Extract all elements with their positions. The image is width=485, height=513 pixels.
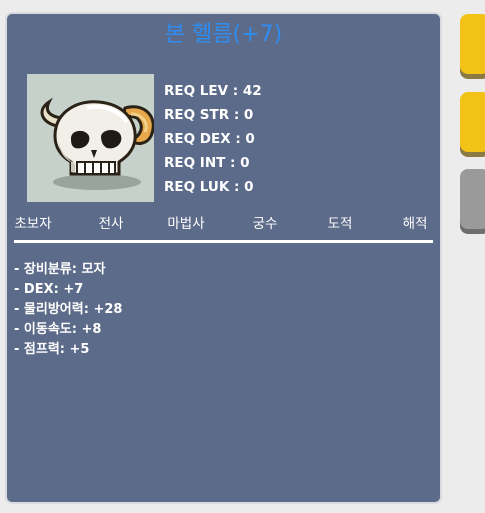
req-level: REQ LEV : 42	[164, 83, 262, 99]
item-name: 본 헬름(+7)	[164, 22, 283, 47]
stat-physical-defense: - 물리방어력: +28	[14, 302, 123, 317]
job-warrior: 전사	[98, 216, 124, 232]
item-tooltip: 본 헬름(+7) REQ LEV: 42 REQ STR: 0 REQ DE…	[5, 12, 442, 504]
req-int: REQ INT : 0	[164, 155, 250, 171]
stat-speed: - 이동속도: +8	[14, 322, 102, 337]
req-luk: REQ LUK : 0	[164, 179, 254, 195]
job-beginner: 초보자	[14, 216, 52, 232]
requirements-list: REQ LEV : 42 REQ STR : 0 REQ DEX : 0 REQ…	[164, 79, 262, 199]
stat-jump: - 점프력: +5	[14, 342, 90, 357]
divider	[14, 240, 433, 243]
job-magician: 마법사	[167, 216, 205, 232]
stats-list: - 장비분류: 모자 - DEX: +7 - 물리방어력: +28 - 이동속도…	[14, 260, 122, 360]
job-row: 초보자 전사 마법사 궁수 도적 해적	[7, 214, 440, 238]
side-button-gray[interactable]	[460, 169, 485, 229]
stage: 본 헬름(+7) REQ LEV: 42 REQ STR: 0 REQ DE…	[0, 0, 485, 513]
job-pirate: 해적	[402, 216, 428, 232]
req-dex: REQ DEX : 0	[164, 131, 255, 147]
stat-dex: - DEX: +7	[14, 282, 84, 297]
side-button-yellow-2[interactable]	[460, 92, 485, 152]
stat-equip-category: - 장비분류: 모자	[14, 262, 106, 277]
job-thief: 도적	[327, 216, 353, 232]
item-icon-frame	[27, 74, 155, 202]
job-archer: 궁수	[252, 216, 278, 232]
req-str: REQ STR : 0	[164, 107, 254, 123]
bone-helm-skull-icon	[40, 97, 155, 190]
side-button-yellow-1[interactable]	[460, 14, 485, 74]
